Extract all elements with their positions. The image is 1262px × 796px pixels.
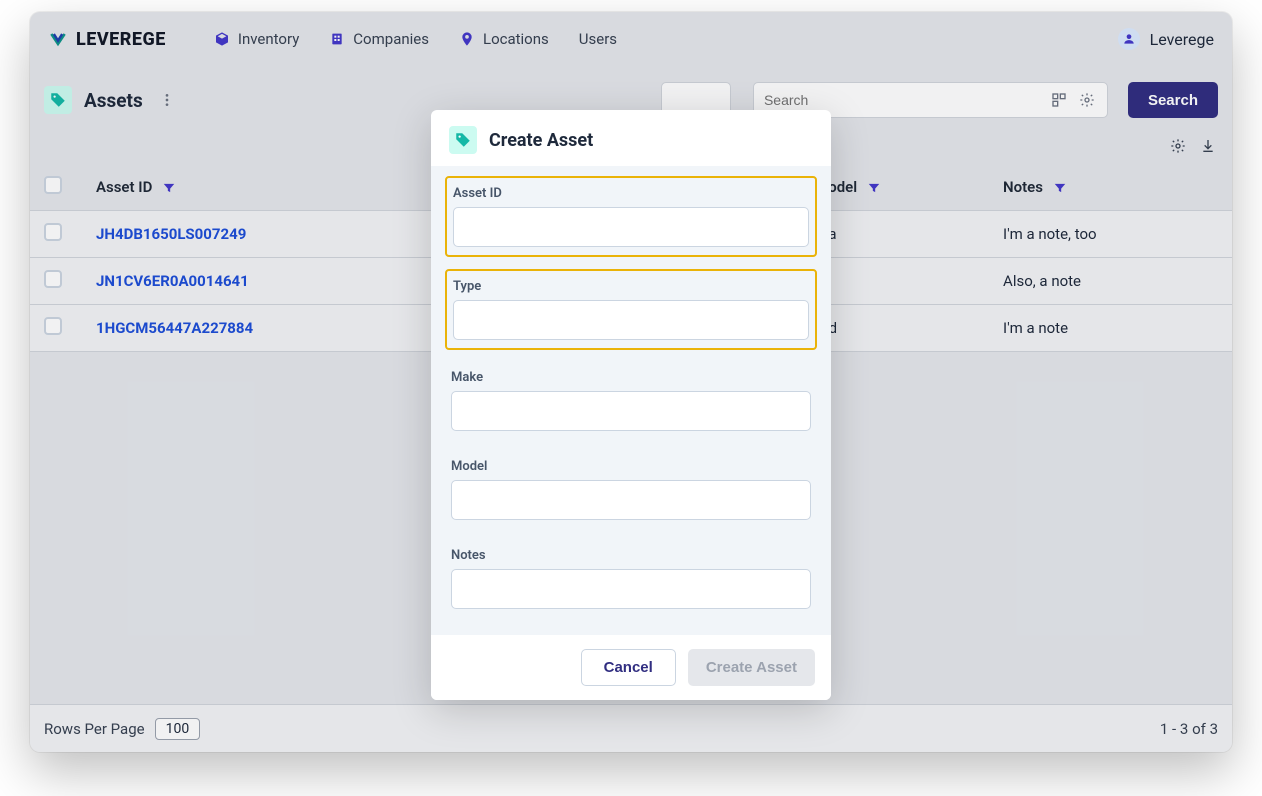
- app-window: LEVEREGE Inventory Companies Locations U…: [30, 12, 1232, 752]
- input-type[interactable]: [453, 300, 809, 340]
- field-model: Model: [445, 451, 817, 528]
- create-asset-button[interactable]: Create Asset: [688, 649, 815, 686]
- modal-body: Asset ID Type Make Model Notes: [431, 166, 831, 635]
- create-asset-modal: Create Asset Asset ID Type Make Model: [431, 110, 831, 700]
- modal-overlay: Create Asset Asset ID Type Make Model: [30, 12, 1232, 752]
- input-model[interactable]: [451, 480, 811, 520]
- label-notes: Notes: [451, 548, 811, 563]
- tag-icon: [454, 131, 472, 149]
- input-notes[interactable]: [451, 569, 811, 609]
- label-make: Make: [451, 370, 811, 385]
- input-asset-id[interactable]: [453, 207, 809, 247]
- cancel-button[interactable]: Cancel: [581, 649, 676, 686]
- field-notes: Notes: [445, 540, 817, 617]
- modal-header: Create Asset: [431, 110, 831, 166]
- label-type: Type: [453, 279, 809, 294]
- tag-icon-chip: [449, 126, 477, 154]
- field-asset-id: Asset ID: [445, 176, 817, 257]
- field-type: Type: [445, 269, 817, 350]
- modal-title: Create Asset: [489, 130, 593, 151]
- modal-footer: Cancel Create Asset: [431, 635, 831, 700]
- field-make: Make: [445, 362, 817, 439]
- label-model: Model: [451, 459, 811, 474]
- input-make[interactable]: [451, 391, 811, 431]
- label-asset-id: Asset ID: [453, 186, 809, 201]
